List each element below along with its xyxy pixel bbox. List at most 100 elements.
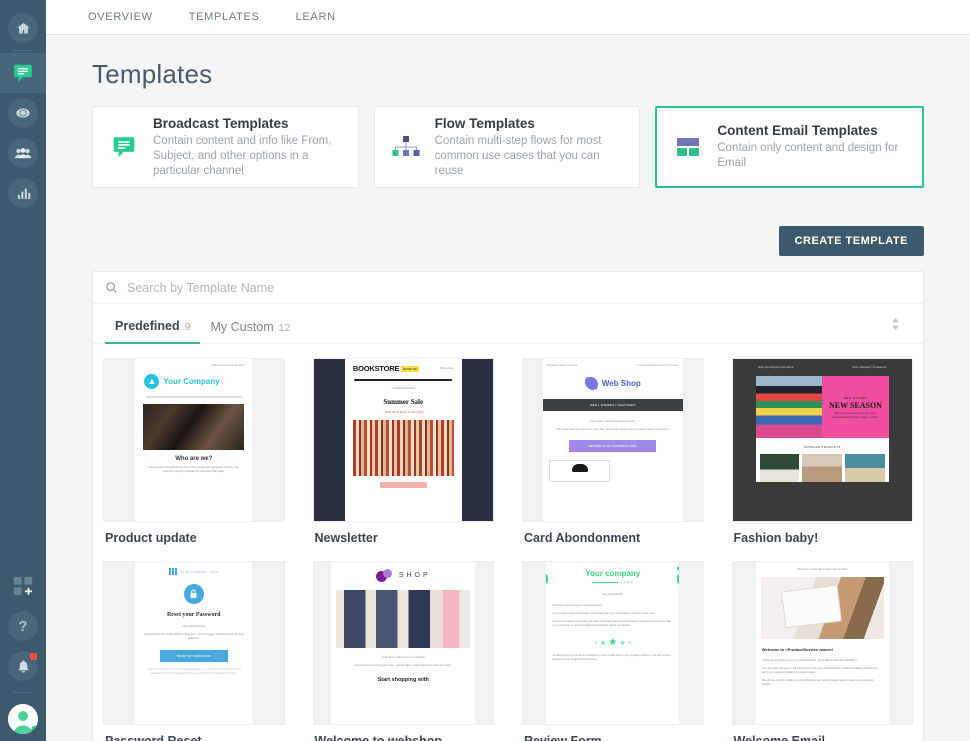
sidebar-item-analytics[interactable]	[0, 173, 46, 213]
sidebar-item-messages[interactable]	[0, 53, 46, 93]
sidebar-item-home[interactable]	[0, 8, 46, 48]
preview-promo-panel: NEW COLORS NEW SEASON We are committed t…	[822, 376, 889, 438]
template-card[interactable]: Enjoy free shipping and returns View in …	[731, 358, 913, 561]
tab-count: 9	[184, 321, 191, 333]
preview-link: Online shop	[439, 366, 454, 370]
template-card[interactable]: SHOP Hello Anna, welcome to our webshop!…	[312, 561, 494, 741]
preview-body3: Should you run into troubles, you can ch…	[761, 679, 874, 686]
template-card[interactable]: Preheader header text here. Trouble view…	[522, 358, 704, 561]
preview-button	[379, 482, 427, 488]
template-name: Review Form	[524, 734, 602, 741]
lock-icon	[183, 584, 204, 604]
template-card[interactable]: Your company LOGO Hey {{firstname}}! We …	[522, 561, 704, 741]
type-card-title: Broadcast Templates	[153, 115, 289, 131]
flow-tree-icon	[391, 132, 421, 162]
gear-icon	[28, 723, 38, 734]
brand-logo-icon	[375, 569, 392, 582]
template-thumbnail: BOOKSTORE BOOK OF Online shop Incredible…	[312, 358, 494, 522]
preview-photo	[755, 376, 823, 438]
preview-body2: If you enjoyed using our product, we'd k…	[552, 612, 656, 615]
tab-my-custom[interactable]: My Custom 12	[200, 320, 300, 343]
type-card-subtitle: Contain only content and design for Emai…	[717, 142, 899, 169]
sidebar-item-notifications[interactable]	[0, 646, 46, 686]
preview-heading: Reset your Password	[166, 612, 221, 618]
preview-brand: YOUR COMPANY LOGO	[179, 569, 219, 574]
preview-brand: Your company	[585, 569, 641, 578]
template-card[interactable]: BOOKSTORE BOOK OF Online shop Incredible…	[312, 358, 494, 561]
avatar[interactable]	[0, 697, 46, 741]
chat-bubble-icon	[8, 58, 38, 88]
tab-label: Predefined	[115, 319, 180, 333]
preview-body: Lorem Ipsum is simply dummy text of the …	[148, 466, 239, 473]
email-layout-icon	[673, 132, 703, 162]
preview-button: RESET MY PASSWORD	[159, 650, 228, 662]
preview-brand: SHOP	[398, 572, 431, 579]
preview-preheader-left: Enjoy free shipping and returns	[757, 366, 794, 369]
sidebar-item-apps[interactable]	[0, 566, 46, 606]
template-name: Welcome Email	[733, 734, 825, 741]
apps-grid-plus-icon	[12, 575, 34, 597]
template-name: Card Abondonment	[524, 531, 641, 545]
type-card-title: Flow Templates	[434, 115, 535, 131]
template-thumbnail: Your company LOGO Hey {{firstname}}! We …	[522, 561, 704, 725]
template-name: Fashion baby!	[733, 531, 819, 545]
question-mark-icon: ?	[8, 611, 38, 641]
preview-body: Good things are coming your way - specia…	[355, 664, 452, 667]
template-thumbnail: Click here to view this email in your br…	[731, 561, 913, 725]
tab-count: 12	[278, 322, 291, 334]
preview-brand: Web Shop	[601, 379, 641, 388]
template-thumbnail: Click here to view in browser ▲ Your Com…	[103, 358, 285, 522]
preview-heading: NEW SEASON	[828, 400, 882, 410]
template-card[interactable]: YOUR COMPANY LOGO Reset your Password He…	[103, 561, 285, 741]
brand-logo-icon	[584, 377, 598, 390]
search-input[interactable]	[127, 280, 911, 295]
template-name: Product update	[105, 531, 197, 545]
preview-button: RETURN TO MY SHOPPING CART	[569, 440, 657, 452]
preview-preheader-left: Preheader header text here.	[546, 364, 579, 367]
template-thumbnail: Preheader header text here. Trouble view…	[522, 358, 704, 522]
sidebar-item-help[interactable]: ?	[0, 606, 46, 646]
template-card[interactable]: Click here to view in browser ▲ Your Com…	[103, 358, 285, 561]
filter-tabs: Predefined 9 My Custom 12	[93, 304, 923, 344]
preview-star-rating: ★ ★ ★ ★ ★	[593, 637, 632, 648]
type-card-title: Content Email Templates	[717, 123, 878, 138]
people-icon	[8, 138, 38, 168]
brand-logo-icon: ▲	[144, 374, 160, 389]
sidebar-item-insights[interactable]	[0, 93, 46, 133]
brand-logo-icon	[168, 568, 177, 575]
preview-photo	[143, 404, 245, 450]
template-thumbnail: YOUR COMPANY LOGO Reset your Password He…	[103, 561, 285, 725]
preview-badge: BOOK OF	[401, 365, 419, 372]
preview-brand: Your Company	[163, 377, 220, 386]
tab-learn[interactable]: LEARN	[278, 11, 354, 23]
page-title: Templates	[92, 59, 213, 89]
type-card-broadcast[interactable]: Broadcast Templates Contain content and …	[92, 106, 359, 188]
search-icon	[105, 281, 118, 294]
decoration-left	[546, 566, 549, 587]
create-template-button[interactable]: CREATE TEMPLATE	[778, 226, 924, 256]
eye-icon	[8, 98, 38, 128]
preview-products	[755, 454, 889, 482]
page-content: Templates Broadcast Templates Contain co…	[46, 35, 970, 741]
type-card-flow[interactable]: Flow Templates Contain multi-step flows …	[373, 106, 641, 188]
template-card[interactable]: Click here to view this email in your br…	[731, 561, 913, 741]
bar-chart-icon	[8, 178, 38, 208]
preview-promo: - 30% off on items in our shop!	[382, 410, 424, 414]
preview-heading: Start shopping with	[377, 677, 429, 683]
home-icon	[8, 13, 38, 43]
preview-heading: Summer Sale	[383, 398, 424, 406]
template-name: Newsletter	[314, 531, 378, 545]
sidebar-item-audience[interactable]	[0, 133, 46, 173]
template-thumbnail: Enjoy free shipping and returns View in …	[731, 358, 913, 522]
preview-photo	[336, 590, 471, 648]
preview-preheader-right: Trouble viewing this email? Click here	[636, 364, 679, 367]
preview-photo	[760, 577, 884, 639]
tab-predefined[interactable]: Predefined 9	[105, 319, 201, 344]
sort-updown-icon[interactable]	[890, 317, 901, 331]
tab-templates[interactable]: TEMPLATES	[171, 11, 278, 23]
preview-eyebrow: Incredible Discounts	[391, 387, 415, 390]
tab-overview[interactable]: OVERVIEW	[70, 11, 171, 23]
person-icon	[8, 704, 38, 734]
type-card-content-email[interactable]: Content Email Templates Contain only con…	[655, 106, 925, 188]
preview-photo	[352, 420, 454, 476]
